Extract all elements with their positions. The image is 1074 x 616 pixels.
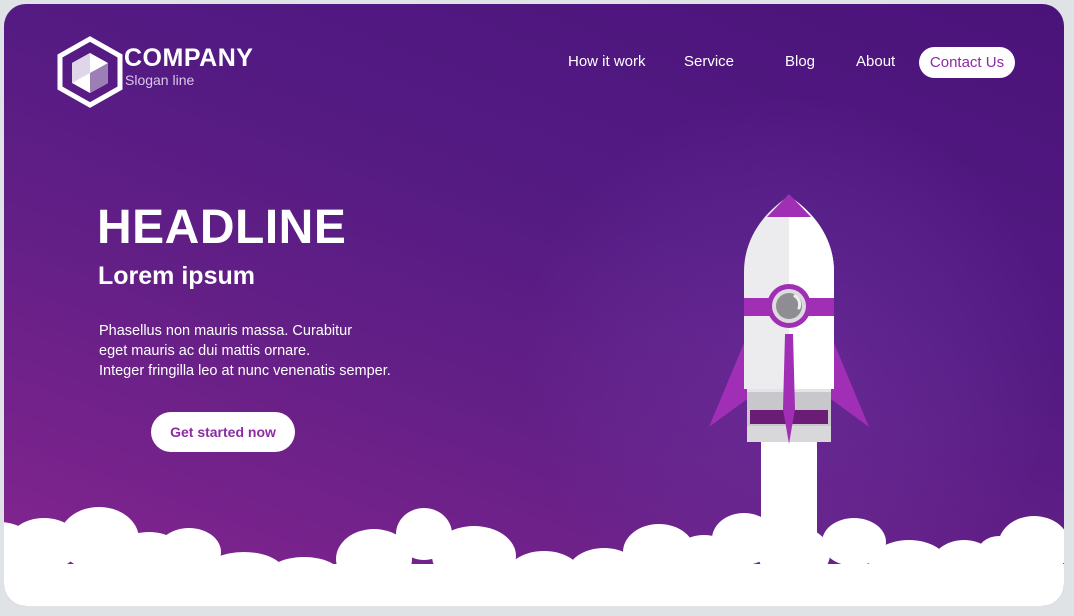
subheadline: Lorem ipsum: [98, 262, 255, 290]
nav-blog[interactable]: Blog: [785, 53, 815, 70]
hero-body-text: Phasellus non mauris massa. Curabitur eg…: [99, 321, 391, 381]
nav-about[interactable]: About: [856, 53, 895, 70]
get-started-button[interactable]: Get started now: [151, 412, 295, 452]
clouds-icon: [4, 507, 1064, 606]
hexagon-cube-icon[interactable]: [56, 36, 124, 108]
body-line: eget mauris ac dui mattis ornare.: [99, 343, 311, 359]
body-line: Phasellus non mauris massa. Curabitur: [99, 323, 353, 339]
headline: HEADLINE: [97, 201, 347, 254]
nav-how-it-work[interactable]: How it work: [568, 53, 646, 70]
nav-service[interactable]: Service: [684, 53, 734, 70]
contact-us-button[interactable]: Contact Us: [919, 47, 1015, 78]
landing-page: COMPANY Slogan line How it work Service …: [4, 4, 1064, 606]
slogan: Slogan line: [125, 72, 195, 88]
body-line: Integer fringilla leo at nunc venenatis …: [99, 363, 391, 379]
company-name[interactable]: COMPANY: [124, 44, 253, 73]
